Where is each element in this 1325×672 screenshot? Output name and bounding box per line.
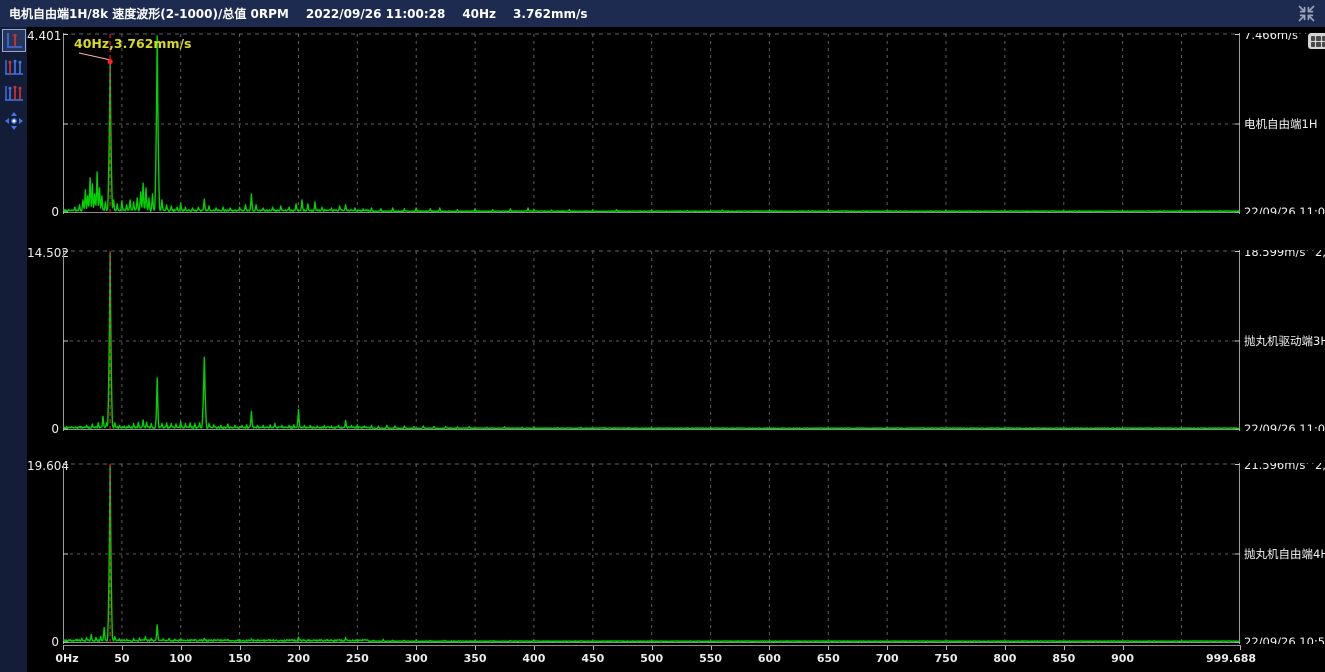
x-tick	[181, 646, 182, 650]
spectrum-plot[interactable]	[63, 250, 1240, 431]
x-tick-label: 999.688	[1206, 652, 1256, 665]
x-tick-label: 100	[169, 652, 192, 665]
x-tick	[240, 646, 241, 650]
y-zero-label: 0	[27, 206, 59, 218]
x-tick	[828, 646, 829, 650]
single-spectrum-tool[interactable]	[2, 29, 26, 52]
spectrum-single-stem-icon	[4, 31, 24, 50]
x-tick-label: 150	[228, 652, 251, 665]
collapse-arrows-icon[interactable]	[1297, 4, 1316, 23]
x-tick-label: 250	[346, 652, 369, 665]
channel-overall-value: 21.596m/s^2,0RPM	[1244, 463, 1325, 471]
x-tick-label: 850	[1052, 652, 1075, 665]
channel-overall-value: 18.599m/s^2,0RPM	[1244, 250, 1325, 258]
x-tick	[593, 646, 594, 650]
x-tick-label: 450	[581, 652, 604, 665]
x-tick-label: 500	[640, 652, 663, 665]
x-axis: 0Hz5010015020025030035040045050055060065…	[63, 645, 1325, 671]
x-tick	[652, 646, 653, 650]
x-tick	[1123, 646, 1124, 650]
multi-spectrum-tool-1[interactable]	[2, 55, 26, 78]
header-cursor-value: 3.762mm/s	[513, 7, 588, 21]
x-tick-label: 50	[114, 652, 129, 665]
y-zero-label: 0	[27, 636, 59, 648]
header-cursor-frequency: 40Hz	[462, 7, 496, 21]
plot-region: 4.401 0 40Hz,3.762mm/s 7.466m/s^2,0RPM 电…	[27, 27, 1325, 672]
x-tick-label: 600	[758, 652, 781, 665]
x-tick	[769, 646, 770, 650]
pan-tool[interactable]	[2, 109, 26, 132]
channel-name: 抛丸机自由端4H	[1244, 548, 1325, 560]
x-tick	[122, 646, 123, 650]
x-tick-label: 350	[464, 652, 487, 665]
x-tick-label: 650	[817, 652, 840, 665]
header-datetime: 2022/09/26 11:00:28	[306, 7, 445, 21]
x-tick	[887, 646, 888, 650]
x-tick	[475, 646, 476, 650]
x-tick	[711, 646, 712, 650]
y-max-label: 19.604	[27, 460, 59, 472]
x-tick	[299, 646, 300, 650]
move-arrows-icon	[4, 111, 24, 131]
header-bar: 电机自由端1H/8k 速度波形(2-1000)/总值 0RPM 2022/09/…	[0, 0, 1325, 27]
spectrum-plot[interactable]	[63, 463, 1240, 644]
x-tick	[1240, 646, 1241, 650]
header-title: 电机自由端1H/8k 速度波形(2-1000)/总值 0RPM	[9, 5, 289, 22]
channel-timestamp: 22/09/26 11:00:2	[1244, 206, 1325, 214]
x-tick-label: 400	[522, 652, 545, 665]
x-tick	[534, 646, 535, 650]
x-tick-label: 700	[876, 652, 899, 665]
cursor-marker	[108, 59, 113, 64]
channel-timestamp: 22/09/26 10:55:4	[1244, 636, 1325, 644]
spectrum-multi-stem-icon	[3, 83, 25, 103]
multi-spectrum-tool-2[interactable]	[2, 81, 26, 104]
x-tick-label: 550	[699, 652, 722, 665]
cursor-annotation: 40Hz,3.762mm/s	[74, 36, 191, 51]
x-tick-label: 750	[935, 652, 958, 665]
x-tick-label: 300	[405, 652, 428, 665]
x-tick-label: 200	[287, 652, 310, 665]
x-tick	[357, 646, 358, 650]
y-max-label: 14.502	[27, 247, 59, 259]
spectrum-panel-3: 19.604 0 21.596m/s^2,0RPM 抛丸机自由端4H 22/09…	[63, 463, 1240, 644]
spectrum-panel-2: 14.502 0 18.599m/s^2,0RPM 抛丸机驱动端3H 22/09…	[63, 250, 1240, 431]
x-tick	[1064, 646, 1065, 650]
spectrum-multi-stem-icon	[3, 57, 25, 77]
x-tick	[416, 646, 417, 650]
channel-name: 电机自由端1H	[1244, 118, 1317, 130]
x-tick	[946, 646, 947, 650]
y-zero-label: 0	[27, 423, 59, 435]
x-tick	[1005, 646, 1006, 650]
spectrum-plot[interactable]	[63, 33, 1240, 214]
x-tick	[63, 646, 64, 650]
spectrum-panel-1: 4.401 0 40Hz,3.762mm/s 7.466m/s^2,0RPM 电…	[63, 33, 1240, 214]
x-tick-label: 900	[1111, 652, 1134, 665]
channel-timestamp: 22/09/26 11:00:3	[1244, 423, 1325, 431]
x-tick-label: 800	[993, 652, 1016, 665]
channel-name: 抛丸机驱动端3H	[1244, 335, 1325, 347]
x-tick-label: 0Hz	[55, 652, 78, 665]
scale-tool-icon[interactable]	[1308, 33, 1325, 49]
y-max-label: 4.401	[27, 30, 59, 42]
sidebar-toolbar	[0, 27, 27, 672]
